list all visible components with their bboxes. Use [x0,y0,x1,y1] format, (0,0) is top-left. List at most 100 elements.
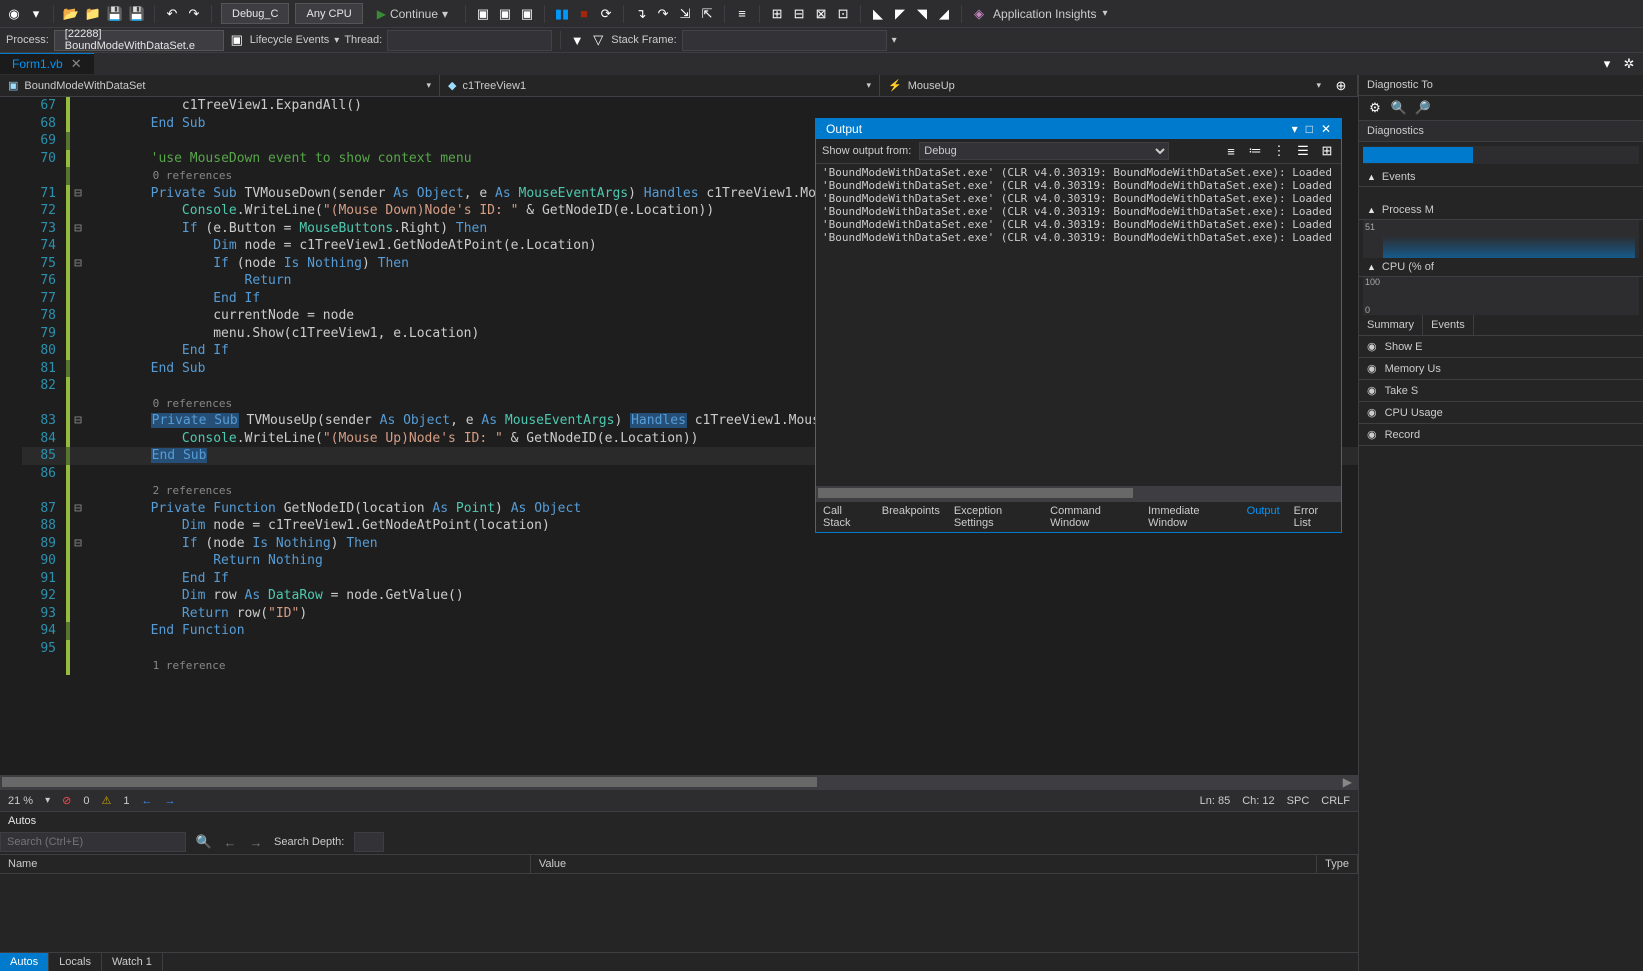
diag-tab[interactable]: Summary [1359,315,1423,335]
split-icon[interactable]: ⊕ [1333,78,1349,94]
diag-zoom2-icon[interactable]: 🔎 [1415,100,1431,116]
continue-button[interactable]: ▶ Continue ▾ [369,5,456,23]
tb-b-icon[interactable]: ▣ [497,6,513,22]
output-source-select[interactable]: Debug [919,142,1169,160]
stackframe-input[interactable] [682,30,887,51]
config-dropdown[interactable]: Debug_C [221,3,289,24]
open-icon[interactable]: 📁 [85,6,101,22]
restart-icon[interactable]: ⟳ [598,6,614,22]
max-icon[interactable]: □ [1302,122,1317,136]
output-tab[interactable]: Output [1240,502,1287,532]
close-icon[interactable]: ✕ [1317,122,1335,136]
save-icon[interactable]: 💾 [107,6,123,22]
lifecycle-icon[interactable]: ▣ [229,32,245,48]
tb-x2-icon[interactable]: ⊞ [769,6,785,22]
code-line[interactable]: 91 End If [22,570,1358,588]
search-icon[interactable]: 🔍 [196,834,212,850]
diag-item[interactable]: ◉CPU Usage [1359,402,1643,424]
bookmark3-icon[interactable]: ◥ [914,6,930,22]
process-dropdown[interactable]: [22288] BoundModeWithDataSet.e [54,30,224,51]
diag-item[interactable]: ◉Take S [1359,380,1643,402]
bookmark2-icon[interactable]: ◤ [892,6,908,22]
o-t5-icon[interactable]: ⊞ [1319,143,1335,159]
thread-input[interactable] [387,30,552,51]
code-line[interactable]: 89⊟ If (node Is Nothing) Then [22,535,1358,553]
diag-item[interactable]: ◉Record [1359,424,1643,446]
col-name[interactable]: Name [0,855,531,873]
platform-dropdown[interactable]: Any CPU [295,3,362,24]
nav-class[interactable]: ◆ c1TreeView1 ▾ [440,75,880,96]
redo-icon[interactable]: ↷ [186,6,202,22]
o-t2-icon[interactable]: ≔ [1247,143,1263,159]
error-icon[interactable]: ⊘ [62,794,71,807]
step-out-icon[interactable]: ⇱ [699,6,715,22]
back-nav-icon[interactable]: ◉ [6,6,22,22]
stop-icon[interactable]: ■ [576,6,592,22]
col-type[interactable]: Type [1317,855,1358,873]
output-tab[interactable]: Command Window [1043,502,1141,532]
code-line[interactable]: 93 Return row("ID") [22,605,1358,623]
saveall-icon[interactable]: 💾 [129,6,145,22]
step-into-icon[interactable]: ⇲ [677,6,693,22]
output-titlebar[interactable]: Output ▾ □ ✕ [816,119,1341,139]
output-hscroll[interactable] [816,486,1341,500]
code-line[interactable]: 1 reference [22,657,1358,675]
nav-project[interactable]: ▣ BoundModeWithDataSet ▾ [0,75,440,96]
filter2-icon[interactable]: ▽ [590,32,606,48]
tb-c-icon[interactable]: ▣ [519,6,535,22]
col-value[interactable]: Value [531,855,1317,873]
o-t4-icon[interactable]: ☰ [1295,143,1311,159]
tab-close-icon[interactable]: ✕ [71,56,82,72]
tb-x5-icon[interactable]: ⊡ [835,6,851,22]
pause-icon[interactable]: ▮▮ [554,6,570,22]
filter-icon[interactable]: ▼ [569,32,585,48]
code-line[interactable]: 90 Return Nothing [22,552,1358,570]
autos-search-input[interactable] [0,832,186,852]
output-tab[interactable]: Call Stack [816,502,875,532]
new-icon[interactable]: 📂 [63,6,79,22]
tb-a-icon[interactable]: ▣ [475,6,491,22]
tb-x3-icon[interactable]: ⊟ [791,6,807,22]
step-icon[interactable]: ↴ [633,6,649,22]
tab-drop-icon[interactable]: ▾ [1599,56,1615,72]
diag-tab[interactable]: Events [1423,315,1474,335]
tb-x4-icon[interactable]: ⊠ [813,6,829,22]
nav-next-icon[interactable]: → [164,795,175,807]
output-tab[interactable]: Breakpoints [875,502,947,532]
diag-item[interactable]: ◉Show E [1359,336,1643,358]
debug-toolbar[interactable]: Process: [22288] BoundModeWithDataSet.e … [0,28,1643,53]
zoom-label[interactable]: 21 % [8,795,33,807]
diag-events-row[interactable]: ▲ Events [1359,168,1643,187]
bulb-icon[interactable]: ◈ [971,6,987,22]
breakpoint-gutter[interactable] [0,97,22,775]
searchdepth-input[interactable] [354,832,384,852]
diag-gear-icon[interactable]: ⚙ [1367,100,1383,116]
code-line[interactable]: 92 Dim row As DataRow = node.GetValue() [22,587,1358,605]
diag-mem-row[interactable]: ▲ Process M [1359,201,1643,220]
tab-opt-icon[interactable]: ✲ [1621,56,1637,72]
output-tab[interactable]: Immediate Window [1141,502,1240,532]
pin-icon[interactable]: ▾ [1288,122,1302,136]
main-toolbar[interactable]: ◉ ▾ 📂 📁 💾 💾 ↶ ↷ Debug_C Any CPU ▶ Contin… [0,0,1643,28]
bookmark4-icon[interactable]: ◢ [936,6,952,22]
autos-body[interactable] [0,874,1358,952]
hscrollbar[interactable]: ▶ [0,775,1358,789]
autos-tab[interactable]: Watch 1 [102,953,163,971]
app-insights-label[interactable]: Application Insights [993,7,1096,21]
code-line[interactable]: 94 End Function [22,622,1358,640]
output-tab[interactable]: Error List [1287,502,1341,532]
tb-x1-icon[interactable]: ≡ [734,6,750,22]
lifecycle-label[interactable]: Lifecycle Events [250,34,329,46]
o-t1-icon[interactable]: ≡ [1223,143,1239,159]
diag-item[interactable]: ◉Memory Us [1359,358,1643,380]
nav-prev-icon[interactable]: ← [141,795,152,807]
output-tab[interactable]: Exception Settings [947,502,1043,532]
undo-icon[interactable]: ↶ [164,6,180,22]
code-line[interactable]: 95 [22,640,1358,658]
diag-title[interactable]: Diagnostic To [1359,75,1643,96]
autos-tab[interactable]: Autos [0,953,49,971]
autos-tab[interactable]: Locals [49,953,102,971]
o-t3-icon[interactable]: ⋮ [1271,143,1287,159]
diag-zoom-icon[interactable]: 🔍 [1391,100,1407,116]
step-over-icon[interactable]: ↷ [655,6,671,22]
